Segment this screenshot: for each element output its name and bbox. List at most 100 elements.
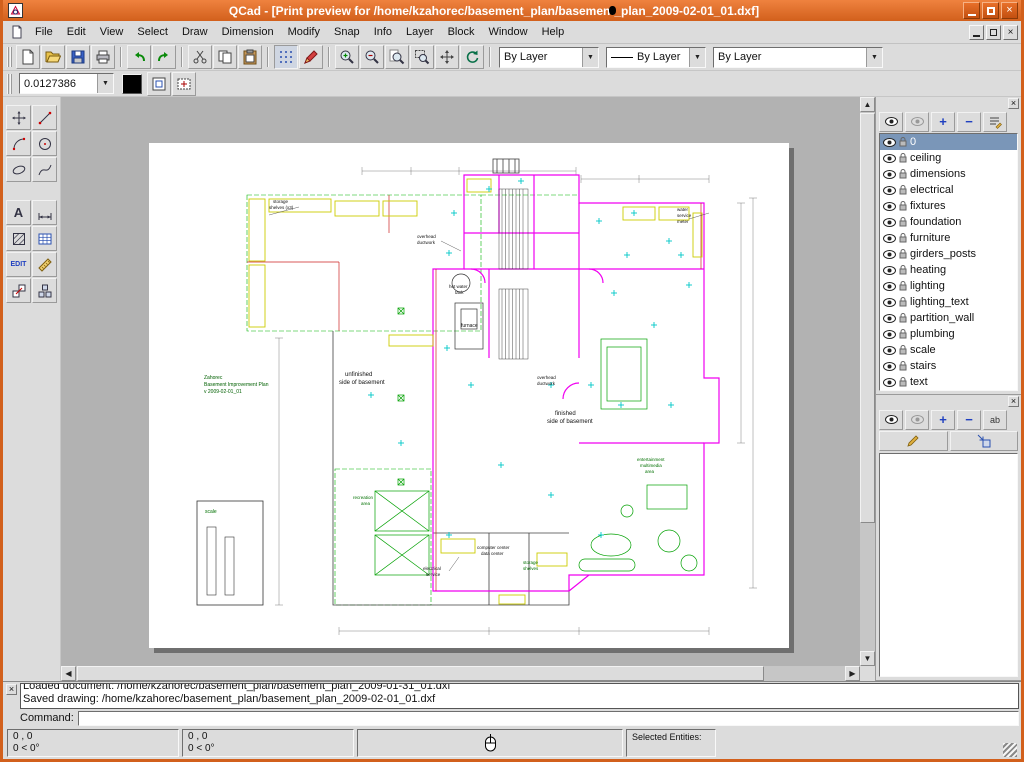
undo-button[interactable] <box>127 45 151 69</box>
redraw-button[interactable] <box>460 45 484 69</box>
layer-row[interactable]: lighting_text <box>880 294 1017 310</box>
eye-icon[interactable] <box>883 378 896 387</box>
table-tool-button[interactable] <box>32 226 57 251</box>
layer-row[interactable]: stairs <box>880 358 1017 374</box>
menu-dimension[interactable]: Dimension <box>215 23 281 41</box>
lock-icon[interactable] <box>899 329 907 339</box>
horizontal-scrollbar[interactable]: ◀ ▶ <box>61 666 860 681</box>
menu-help[interactable]: Help <box>535 23 572 41</box>
fit-page-button[interactable] <box>147 72 171 96</box>
layer-dock-close-button[interactable]: × <box>1008 98 1019 109</box>
edit-tool-button[interactable]: EDIT <box>6 252 31 277</box>
eye-icon[interactable] <box>883 138 896 147</box>
print-scale-combo[interactable]: 0.0127386 ▼ <box>19 73 114 94</box>
ellipse-tool-button[interactable] <box>6 157 31 182</box>
layer-row[interactable]: text <box>880 374 1017 390</box>
lock-icon[interactable] <box>899 169 907 179</box>
paste-button[interactable] <box>238 45 262 69</box>
eye-icon[interactable] <box>883 202 896 211</box>
line-tool-button[interactable] <box>32 105 57 130</box>
layer-row[interactable]: girders_posts <box>880 246 1017 262</box>
lock-icon[interactable] <box>899 233 907 243</box>
show-all-blocks-button[interactable] <box>879 410 903 430</box>
lock-icon[interactable] <box>899 137 907 147</box>
toolbar-grip[interactable] <box>7 74 12 94</box>
scroll-right-button[interactable]: ▶ <box>845 666 860 681</box>
eye-icon[interactable] <box>883 314 896 323</box>
scroll-down-button[interactable]: ▼ <box>860 651 875 666</box>
remove-block-button[interactable]: − <box>957 410 981 430</box>
pen-width-combo[interactable]: By Layer ▼ <box>713 47 883 68</box>
menu-modify[interactable]: Modify <box>281 23 327 41</box>
block-dock-close-button[interactable]: × <box>1008 396 1019 407</box>
redo-button[interactable] <box>152 45 176 69</box>
menu-window[interactable]: Window <box>481 23 534 41</box>
eye-icon[interactable] <box>883 154 896 163</box>
layer-row[interactable]: heating <box>880 262 1017 278</box>
maximize-button[interactable] <box>982 2 999 19</box>
cut-button[interactable] <box>188 45 212 69</box>
zoom-auto-button[interactable] <box>385 45 409 69</box>
layer-row[interactable]: foundation <box>880 214 1017 230</box>
chevron-down-icon[interactable]: ▼ <box>97 74 113 93</box>
blackwhite-toggle-button[interactable] <box>122 74 142 94</box>
mdi-restore-button[interactable] <box>986 25 1001 40</box>
eye-icon[interactable] <box>883 362 896 371</box>
eye-icon[interactable] <box>883 346 896 355</box>
save-button[interactable] <box>66 45 90 69</box>
lock-icon[interactable] <box>899 281 907 291</box>
zoom-pan-button[interactable] <box>435 45 459 69</box>
grid-toggle-button[interactable] <box>274 45 298 69</box>
lock-icon[interactable] <box>899 265 907 275</box>
menu-view[interactable]: View <box>93 23 131 41</box>
eye-icon[interactable] <box>883 266 896 275</box>
menu-layer[interactable]: Layer <box>399 23 441 41</box>
show-all-layers-button[interactable] <box>879 112 903 132</box>
command-dock-close-button[interactable]: × <box>6 684 17 695</box>
close-button[interactable]: × <box>1001 2 1018 19</box>
layer-row[interactable]: plumbing <box>880 326 1017 342</box>
lock-icon[interactable] <box>899 201 907 211</box>
rename-block-button[interactable]: ab <box>983 410 1007 430</box>
scroll-up-button[interactable]: ▲ <box>860 97 875 112</box>
eye-icon[interactable] <box>883 186 896 195</box>
minimize-button[interactable] <box>963 2 980 19</box>
chevron-down-icon[interactable]: ▼ <box>866 48 882 67</box>
hatch-tool-button[interactable] <box>6 226 31 251</box>
lock-icon[interactable] <box>899 249 907 259</box>
lock-icon[interactable] <box>899 377 907 387</box>
layer-row[interactable]: scale <box>880 342 1017 358</box>
layer-row[interactable]: fixtures <box>880 198 1017 214</box>
insert-block-button[interactable] <box>950 431 1019 451</box>
text-tool-button[interactable]: A <box>6 200 31 225</box>
drawing-canvas[interactable]: scale Zahorec Basement Improvement Plan … <box>61 97 875 681</box>
chevron-down-icon[interactable]: ▼ <box>689 48 705 67</box>
dimension-tool-button[interactable] <box>32 200 57 225</box>
pen-linetype-combo[interactable]: By Layer ▼ <box>606 47 706 68</box>
add-block-button[interactable]: + <box>931 410 955 430</box>
layer-row[interactable]: furniture <box>880 230 1017 246</box>
eye-icon[interactable] <box>883 298 896 307</box>
lock-icon[interactable] <box>899 345 907 355</box>
copy-button[interactable] <box>213 45 237 69</box>
zoom-window-button[interactable] <box>410 45 434 69</box>
lock-icon[interactable] <box>899 313 907 323</box>
menu-file[interactable]: File <box>28 23 60 41</box>
layer-row[interactable]: electrical <box>880 182 1017 198</box>
open-button[interactable] <box>41 45 65 69</box>
layer-row[interactable]: ceiling <box>880 150 1017 166</box>
hide-all-blocks-button[interactable] <box>905 410 929 430</box>
block-list[interactable] <box>879 453 1018 677</box>
resize-grip[interactable] <box>1003 743 1017 757</box>
layer-row[interactable]: partition_wall <box>880 310 1017 326</box>
chevron-down-icon[interactable]: ▼ <box>582 48 598 67</box>
menu-info[interactable]: Info <box>367 23 399 41</box>
add-layer-button[interactable]: + <box>931 112 955 132</box>
layer-attributes-button[interactable] <box>983 112 1007 132</box>
eye-icon[interactable] <box>883 170 896 179</box>
eye-icon[interactable] <box>883 330 896 339</box>
lock-icon[interactable] <box>899 153 907 163</box>
lock-icon[interactable] <box>899 361 907 371</box>
eye-icon[interactable] <box>883 218 896 227</box>
measure-tool-button[interactable] <box>32 252 57 277</box>
